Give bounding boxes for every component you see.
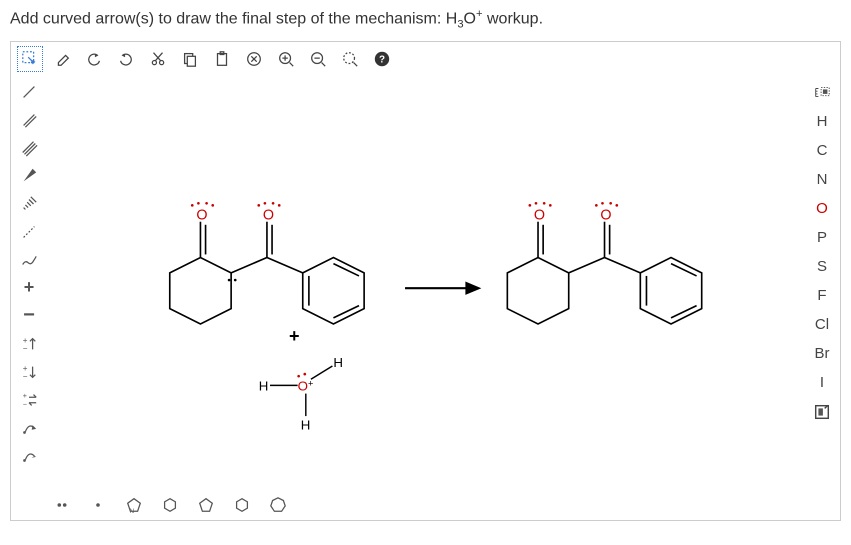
cyclohexane-icon[interactable] [231, 494, 253, 516]
cycloheptane-icon[interactable] [267, 494, 289, 516]
element-cl[interactable]: Cl [808, 312, 836, 338]
minus-charge-tool[interactable]: − [16, 304, 42, 328]
double-bond-tool[interactable] [16, 108, 42, 132]
element-s[interactable]: S [808, 254, 836, 280]
molecule-svg: O O [47, 76, 804, 490]
svg-text:−: − [23, 399, 27, 408]
periodic-table-icon[interactable] [808, 399, 836, 425]
plus-charge-tool[interactable]: + [16, 276, 42, 300]
question-text: Add curved arrow(s) to draw the final st… [0, 0, 851, 41]
half-arrow-tool[interactable] [16, 444, 42, 468]
stereo-tool-icon[interactable] [808, 80, 836, 106]
increase-charge-tool[interactable]: +− [16, 332, 42, 356]
single-bond-tool[interactable] [16, 80, 42, 104]
element-c[interactable]: C [808, 138, 836, 164]
zoom-in-icon[interactable] [273, 46, 299, 72]
paste-icon[interactable] [209, 46, 235, 72]
redo-icon[interactable] [113, 46, 139, 72]
wavy-bond-tool[interactable] [16, 248, 42, 272]
element-i[interactable]: I [808, 370, 836, 396]
hydronium-o: O+ [298, 378, 314, 393]
hydronium-h2: H [333, 354, 343, 369]
svg-text:−: − [23, 344, 28, 353]
oxygen-label: O [196, 207, 207, 223]
eraser-icon[interactable] [49, 46, 75, 72]
element-p[interactable]: P [808, 225, 836, 251]
radical-icon[interactable] [87, 494, 109, 516]
product-o1: O [534, 207, 545, 223]
curved-arrow-tool[interactable] [16, 416, 42, 440]
wedge-bond-tool[interactable] [16, 164, 42, 188]
lone-pair-icon[interactable] [51, 494, 73, 516]
dashed-bond-tool[interactable] [16, 220, 42, 244]
element-f[interactable]: F [808, 283, 836, 309]
hydronium-h1: H [259, 378, 269, 393]
benzene-icon[interactable] [159, 494, 181, 516]
cyclopentane-icon[interactable] [195, 494, 217, 516]
product-o2: O [600, 207, 611, 223]
left-toolbar: + − +− +− +− [11, 76, 47, 490]
right-toolbar: H C N O P S F Cl Br I [804, 76, 840, 490]
help-icon[interactable]: ? [369, 46, 395, 72]
hash-bond-tool[interactable] [16, 192, 42, 216]
nitrogen-ring-icon[interactable]: N [123, 494, 145, 516]
zoom-out-icon[interactable] [305, 46, 331, 72]
plus-sign: + [289, 326, 300, 347]
element-br[interactable]: Br [808, 341, 836, 367]
drawing-canvas[interactable]: O O [47, 76, 804, 490]
triple-bond-tool[interactable] [16, 136, 42, 160]
cut-icon[interactable] [145, 46, 171, 72]
equilibrium-tool[interactable]: +− [16, 388, 42, 412]
bottom-toolbar: N [11, 490, 840, 520]
svg-text:−: − [23, 372, 28, 381]
element-o[interactable]: O [808, 196, 836, 222]
decrease-charge-tool[interactable]: +− [16, 360, 42, 384]
hydronium-h3: H [301, 417, 311, 432]
undo-icon[interactable] [81, 46, 107, 72]
element-n[interactable]: N [808, 167, 836, 193]
svg-text:N: N [130, 508, 135, 514]
zoom-fit-icon[interactable] [337, 46, 363, 72]
clear-icon[interactable] [241, 46, 267, 72]
editor-frame: ? + − +− +− +− [10, 41, 841, 521]
top-toolbar: ? [11, 42, 840, 76]
copy-icon[interactable] [177, 46, 203, 72]
select-rect-icon[interactable] [17, 46, 43, 72]
element-h[interactable]: H [808, 109, 836, 135]
oxygen-label-2: O [263, 207, 274, 223]
svg-text:?: ? [379, 54, 385, 65]
